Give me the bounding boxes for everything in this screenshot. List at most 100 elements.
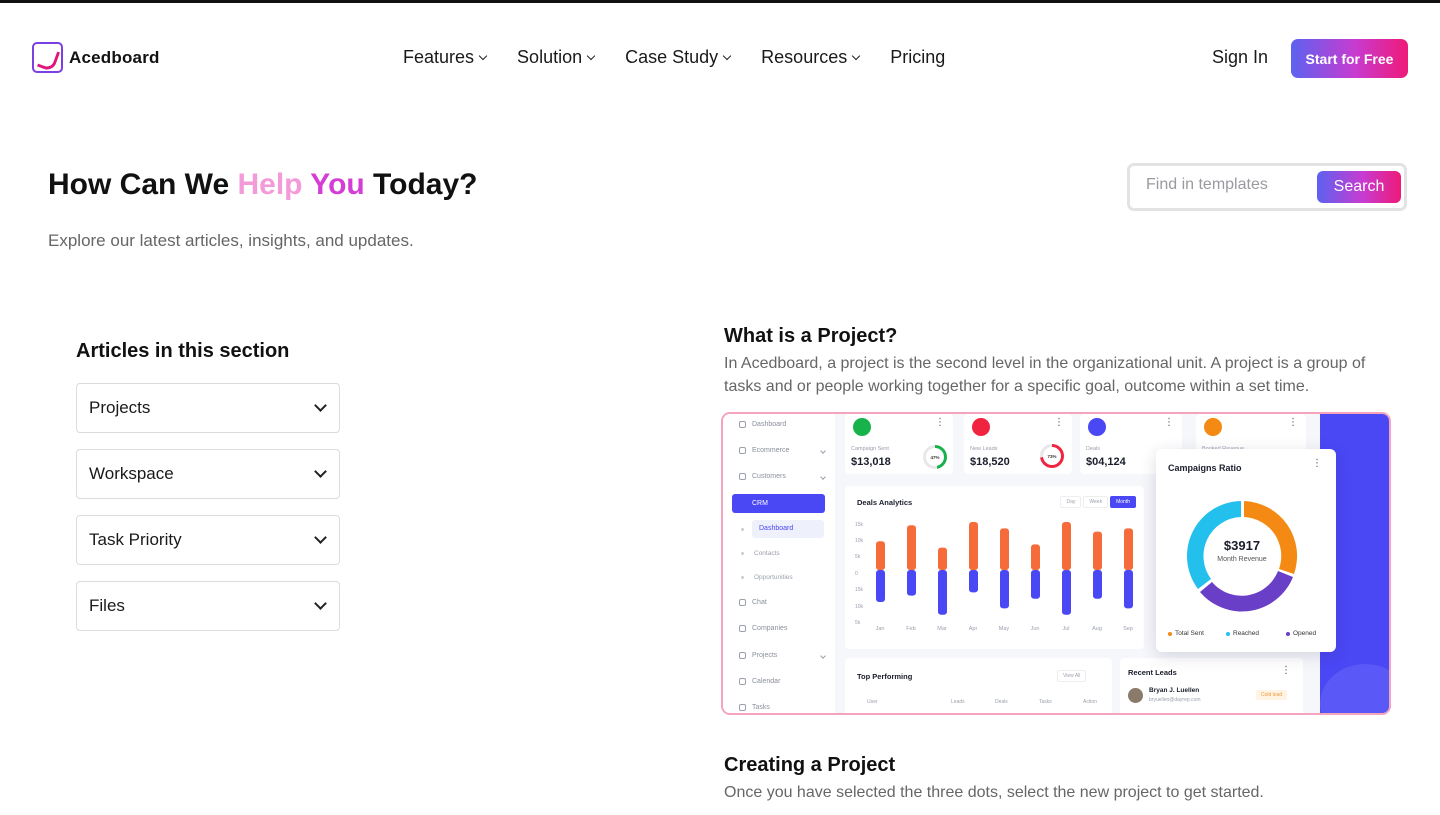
mock-sidebar: Dashboard Ecommerce Customers CRM Dashbo…: [723, 414, 835, 713]
mock-kpi-card: ⋮ New Leads $18,520 73%: [964, 414, 1072, 474]
x-tick: Aug: [1092, 626, 1102, 632]
bar-upper: [1062, 522, 1071, 570]
accordion-workspace[interactable]: Workspace: [76, 449, 340, 499]
calendar-icon: [739, 678, 746, 685]
title-part: Today?: [364, 168, 478, 201]
menu-item-case-study[interactable]: Case Study: [625, 47, 732, 68]
menu-item-resources[interactable]: Resources: [761, 47, 861, 68]
accordion-label: Task Priority: [89, 530, 182, 549]
top-navigation: Acedboard Features Solution Case Study R…: [0, 3, 1440, 111]
chevron-down-icon: [314, 399, 327, 412]
donut-slice-opened: [1200, 571, 1293, 612]
chevron-down-icon: [314, 531, 327, 544]
kpi-pct: 47%: [926, 448, 944, 466]
search-input[interactable]: [1146, 176, 1316, 194]
bar-lower: [907, 570, 916, 596]
bar-lower: [1031, 570, 1040, 599]
campaigns-ratio-card: Campaigns Ratio ⋮ $3917 Month Revenue To…: [1156, 449, 1336, 652]
sign-in-link[interactable]: Sign In: [1212, 47, 1268, 68]
menu-label: Resources: [761, 47, 848, 67]
more-icon: ⋮: [1054, 417, 1064, 428]
table-header: Tasks: [1039, 699, 1052, 705]
bar-upper: [1124, 528, 1133, 570]
kpi-pct: 73%: [1043, 447, 1061, 465]
folder-icon: [739, 652, 746, 659]
search-button[interactable]: Search: [1317, 171, 1401, 203]
main-menu: Features Solution Case Study Resources P…: [403, 47, 976, 68]
mock-submenu-active: Dashboard: [752, 520, 824, 538]
menu-label: Case Study: [625, 47, 719, 67]
legend-item: Total Sent: [1168, 630, 1204, 637]
title-highlight: You: [310, 168, 365, 201]
mock-menu-label: Projects: [752, 652, 778, 659]
dashboard-screenshot: Dashboard Ecommerce Customers CRM Dashbo…: [721, 412, 1391, 715]
x-tick: May: [998, 626, 1010, 632]
bar-upper: [1031, 544, 1040, 570]
menu-item-solution[interactable]: Solution: [517, 47, 596, 68]
bar-upper: [969, 522, 978, 570]
chevron-down-icon: [314, 597, 327, 610]
bar-lower: [969, 570, 978, 593]
x-tick: Sep: [1123, 626, 1133, 632]
campaign-icon: [853, 418, 871, 436]
table-header: Action: [1083, 699, 1097, 705]
start-for-free-button[interactable]: Start for Free: [1291, 39, 1408, 78]
kpi-ring: 73%: [1040, 444, 1064, 468]
revenue-icon: [1204, 418, 1222, 436]
legend-label: Opened: [1293, 630, 1317, 637]
legend-item: Reached: [1226, 630, 1259, 637]
chevron-down-icon: [820, 473, 826, 480]
donut-value: $3917: [1223, 538, 1261, 553]
mock-menu-item: Tasks: [739, 704, 825, 711]
bar-upper: [876, 541, 885, 570]
menu-item-features[interactable]: Features: [403, 47, 488, 68]
mock-kpi-card: ⋮ Campaign Sent $13,018 47%: [845, 414, 953, 474]
bar-lower: [938, 570, 947, 615]
brand-logo[interactable]: Acedboard: [32, 42, 160, 73]
panel-title: Top Performing: [857, 672, 913, 681]
menu-label: Solution: [517, 47, 583, 67]
kpi-label: Campaign Sent: [851, 446, 889, 452]
menu-item-pricing[interactable]: Pricing: [890, 47, 945, 68]
more-icon: ⋮: [1288, 417, 1298, 428]
lead-name: Bryan J. Luellen: [1149, 687, 1200, 694]
articles-section-title: Articles in this section: [76, 340, 290, 362]
mock-menu-label: Chat: [752, 599, 767, 606]
mock-menu-label: Dashboard: [752, 421, 787, 428]
grid-icon: [739, 421, 746, 428]
lead-status-badge: Cold lead: [1256, 690, 1288, 700]
mock-bullet: [741, 576, 744, 579]
accordion-label: Projects: [89, 398, 151, 417]
x-tick: Jul: [1062, 626, 1070, 632]
bar-upper: [1093, 531, 1102, 570]
x-tick: Jun: [1030, 626, 1040, 632]
mock-menu-label: Tasks: [752, 704, 770, 711]
legend-item: Opened: [1286, 630, 1316, 637]
mock-bullet: [741, 528, 744, 531]
legend-label: Reached: [1233, 630, 1260, 637]
chevron-down-icon: [722, 51, 732, 60]
kpi-value: $18,520: [970, 456, 1010, 468]
article-heading: Creating a Project: [724, 754, 896, 776]
x-tick: Mar: [937, 626, 947, 632]
accordion-task-priority[interactable]: Task Priority: [76, 515, 340, 565]
mock-menu-item: Companies: [739, 625, 825, 632]
mock-menu-item: Customers: [739, 473, 826, 480]
mock-menu-label: Companies: [752, 625, 788, 632]
mock-recent-leads: Recent Leads ⋮: [1120, 658, 1303, 713]
bar-upper: [1000, 528, 1009, 570]
article-paragraph: In Acedboard, a project is the second le…: [724, 355, 1366, 395]
accordion-projects[interactable]: Projects: [76, 383, 340, 433]
mock-menu-item: Chat: [739, 599, 825, 606]
title-highlight: Help: [237, 168, 311, 201]
brand-name: Acedboard: [69, 47, 160, 67]
legend-dot: [1286, 631, 1290, 636]
article-paragraph: Once you have selected the three dots, s…: [724, 784, 1264, 801]
mock-menu-label: Customers: [752, 473, 786, 480]
accordion-files[interactable]: Files: [76, 581, 340, 631]
bar-lower: [876, 570, 885, 602]
mock-menu-item: Projects: [739, 652, 826, 659]
mock-menu-label: CRM: [752, 500, 768, 507]
bar-lower: [1000, 570, 1009, 609]
building-icon: [739, 625, 746, 632]
